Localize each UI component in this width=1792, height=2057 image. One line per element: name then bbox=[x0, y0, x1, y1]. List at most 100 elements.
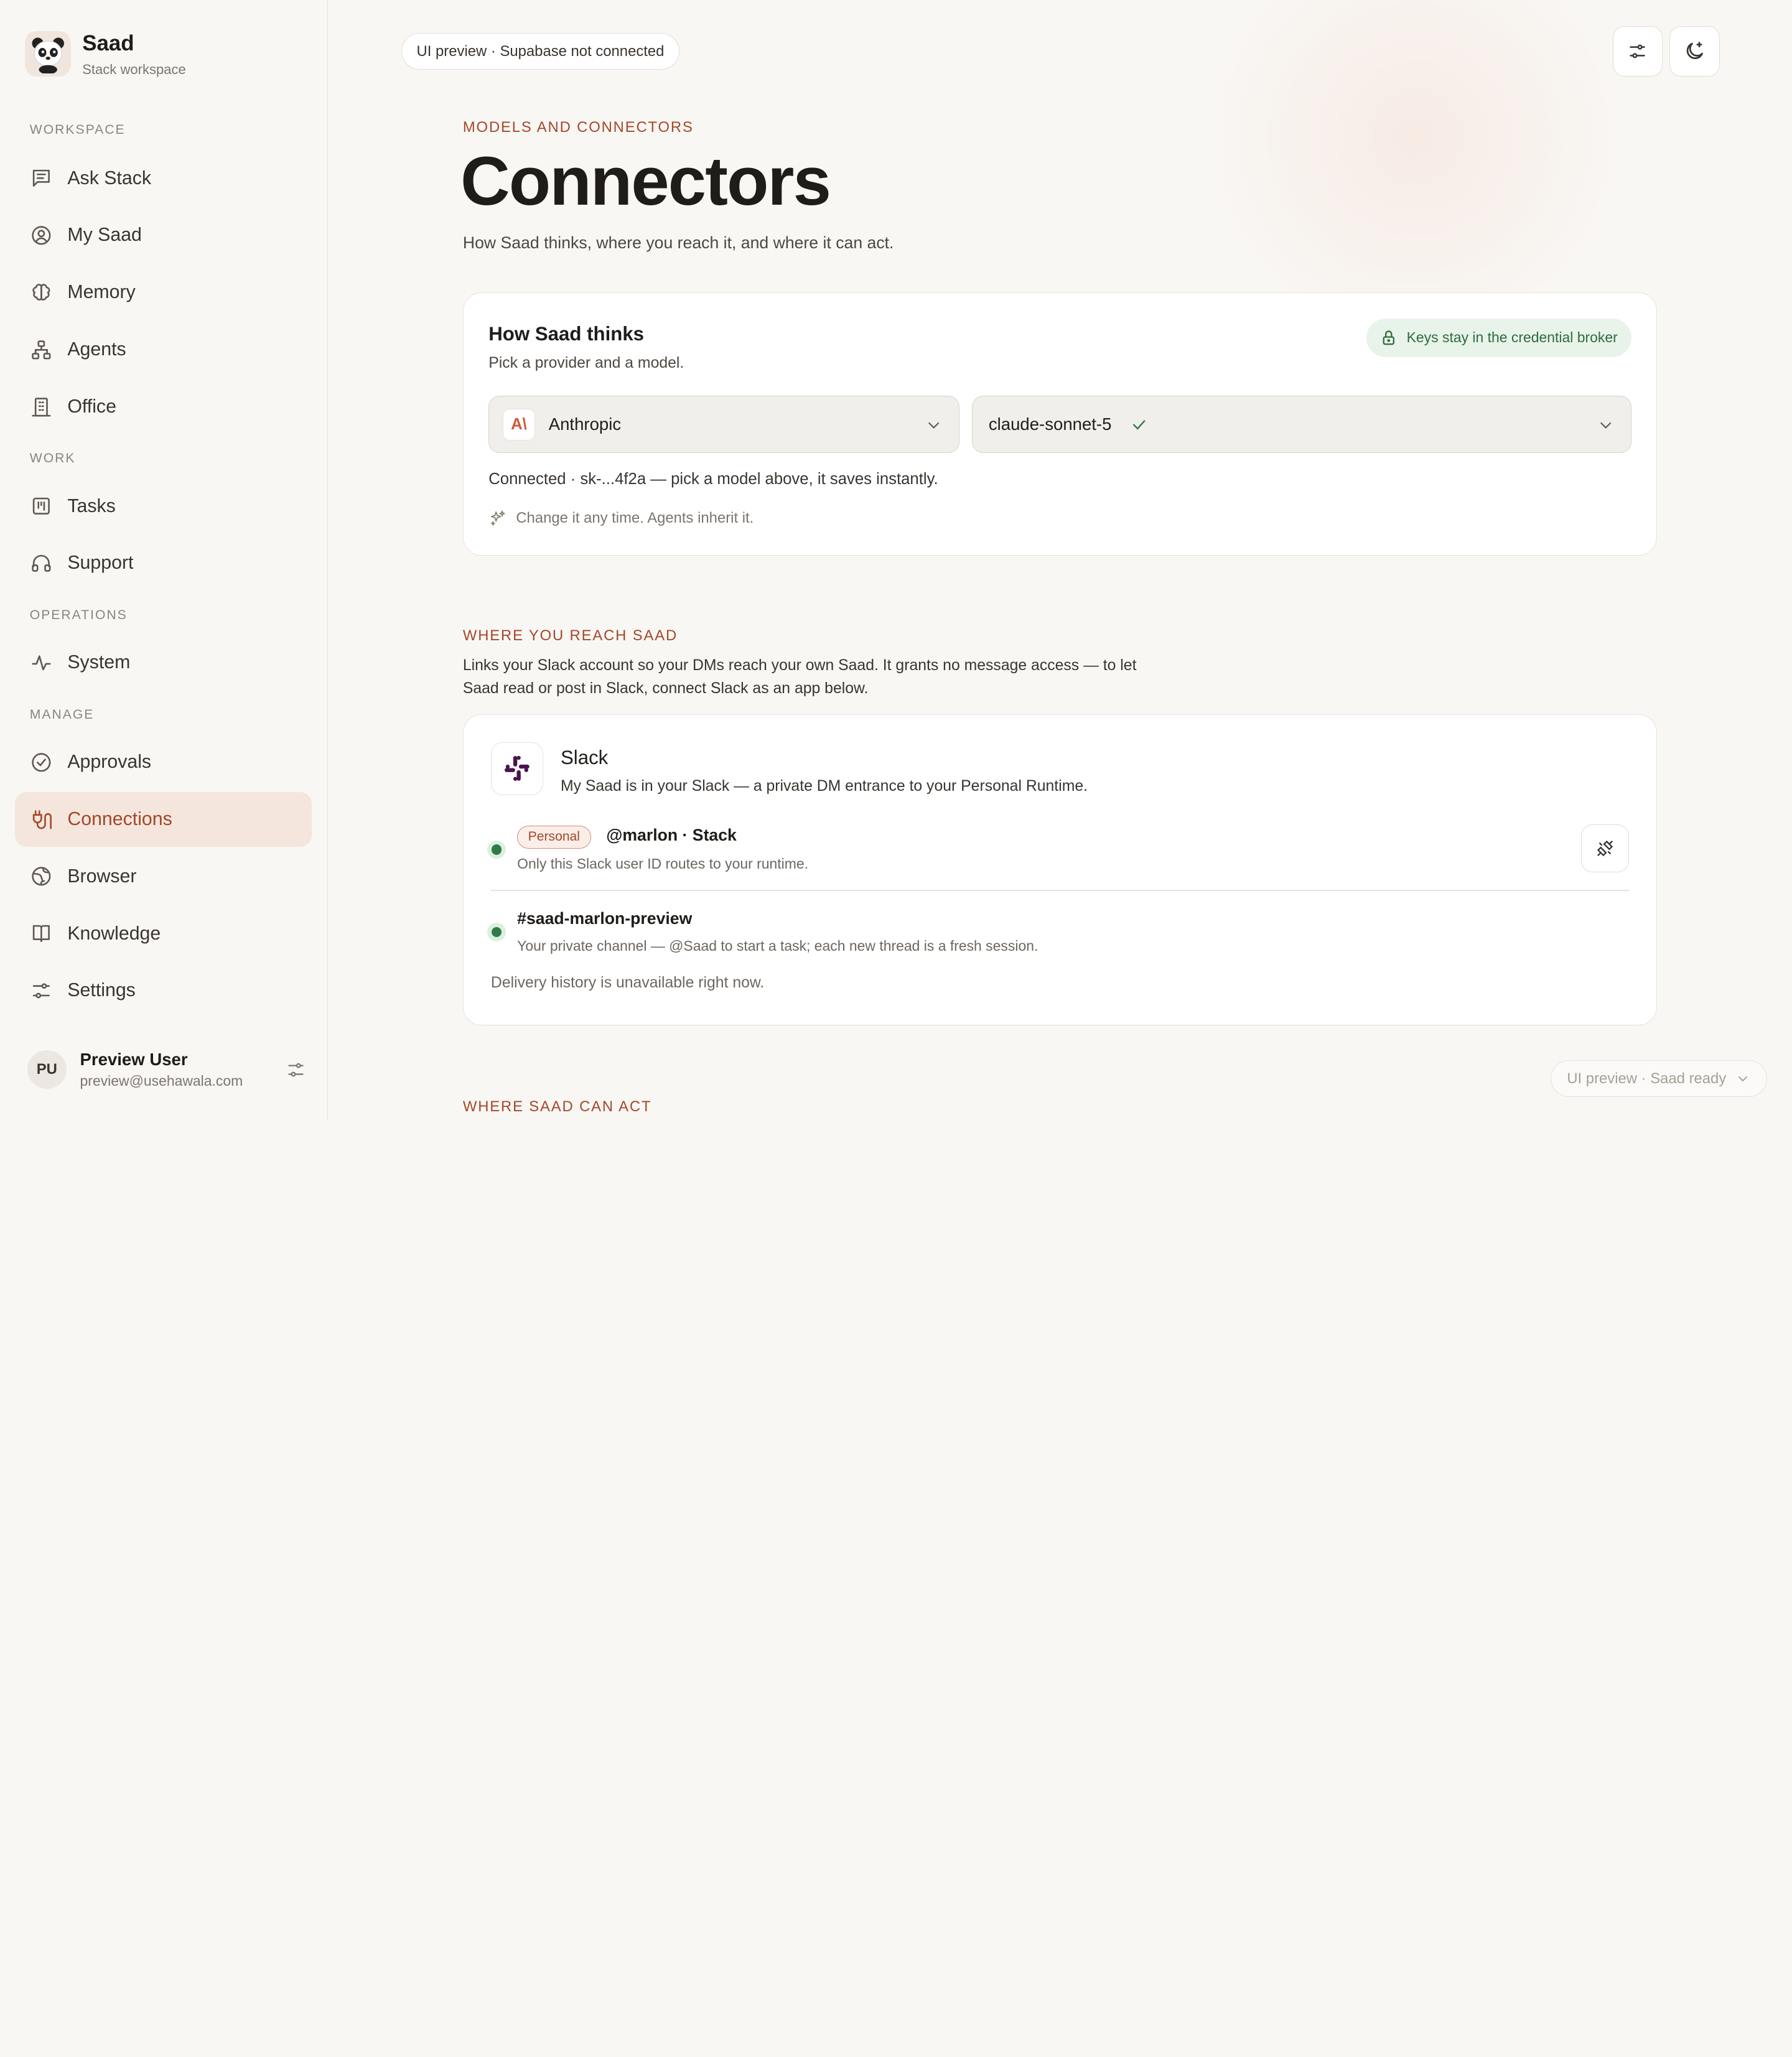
sidebar-item-connections[interactable]: Connections bbox=[14, 791, 312, 847]
sidebar-item-office[interactable]: Office bbox=[15, 380, 312, 434]
credential-broker-badge: Keys stay in the credential broker bbox=[1366, 318, 1631, 358]
slack-channel-subtitle: Your private channel — @Saad to start a … bbox=[517, 938, 1038, 954]
brand[interactable]: Saad Stack workspace bbox=[25, 30, 186, 78]
sidebar-item-tasks[interactable]: Tasks bbox=[15, 479, 312, 534]
sidebar-item-label: Knowledge bbox=[67, 923, 161, 944]
credential-broker-label: Keys stay in the credential broker bbox=[1406, 329, 1618, 346]
avatar: PU bbox=[27, 1050, 67, 1089]
theme-toggle-button[interactable] bbox=[1669, 26, 1720, 77]
sidebar-item-label: My Saad bbox=[67, 225, 142, 246]
background-glow bbox=[1175, 0, 1655, 320]
user-name: Preview User bbox=[80, 1049, 188, 1069]
model-card-subtitle: Pick a provider and a model. bbox=[488, 355, 684, 372]
plug-icon bbox=[30, 808, 53, 831]
preview-status-pill: UI preview · Supabase not connected bbox=[401, 33, 680, 70]
sidebar-item-label: Browser bbox=[67, 865, 137, 887]
sidebar-item-label: System bbox=[67, 652, 131, 673]
brand-name: Saad bbox=[82, 30, 134, 55]
anthropic-logo-icon: A\ bbox=[503, 408, 535, 441]
sidebar-item-label: Connections bbox=[67, 808, 172, 829]
activity-icon bbox=[30, 651, 53, 674]
sidebar-item-label: Memory bbox=[67, 282, 136, 303]
sidebar-item-my-saad[interactable]: My Saad bbox=[15, 208, 312, 263]
unplug-icon bbox=[1595, 838, 1615, 859]
status-dot-icon bbox=[487, 923, 506, 941]
sidebar-item-ask-stack[interactable]: Ask Stack bbox=[15, 151, 312, 205]
saad-status-pill[interactable]: UI preview · Saad ready bbox=[1550, 1060, 1767, 1098]
model-hint-text: Change it any time. Agents inherit it. bbox=[516, 510, 754, 526]
divider bbox=[490, 889, 1630, 891]
saad-status-label: UI preview · Saad ready bbox=[1567, 1070, 1727, 1087]
brain-icon bbox=[30, 281, 53, 304]
chevron-down-icon bbox=[925, 416, 943, 434]
model-card-title: How Saad thinks bbox=[488, 322, 645, 345]
check-icon bbox=[1130, 416, 1148, 434]
building-icon bbox=[30, 396, 53, 419]
model-hint: Change it any time. Agents inherit it. bbox=[488, 509, 754, 527]
sliders-icon bbox=[1627, 41, 1648, 62]
user-profile[interactable]: PU Preview User preview@usehawala.com bbox=[27, 1047, 307, 1092]
page-eyebrow: MODELS AND CONNECTORS bbox=[462, 119, 694, 136]
sidebar-item-approvals[interactable]: Approvals bbox=[15, 735, 312, 790]
section-label-work: WORK bbox=[29, 451, 76, 466]
act-section-eyebrow: WHERE SAAD CAN ACT bbox=[462, 1098, 652, 1116]
sidebar-item-label: Agents bbox=[67, 339, 126, 360]
reach-section-description: Links your Slack account so your DMs rea… bbox=[462, 657, 1137, 697]
sliders-icon bbox=[30, 979, 53, 1002]
page-subtitle: How Saad thinks, where you reach it, and… bbox=[462, 233, 894, 252]
check-circle-icon bbox=[30, 751, 53, 774]
slack-channel[interactable]: #saad-marlon-preview bbox=[517, 909, 692, 928]
app-window: Saad Stack workspace WORKSPACE Ask Stack… bbox=[0, 0, 1792, 1120]
sidebar-item-system[interactable]: System bbox=[15, 635, 312, 690]
model-value: claude-sonnet-5 bbox=[988, 414, 1112, 434]
slack-handle: @marlon · Stack bbox=[606, 826, 737, 845]
book-icon bbox=[30, 922, 53, 945]
lock-icon bbox=[1380, 329, 1398, 347]
chevron-down-icon bbox=[1735, 1071, 1750, 1086]
slack-logo-icon bbox=[490, 742, 544, 795]
sidebar-item-memory[interactable]: Memory bbox=[15, 265, 312, 320]
user-email: preview@usehawala.com bbox=[80, 1073, 243, 1089]
slack-subtitle: My Saad is in your Slack — a private DM … bbox=[560, 777, 1088, 795]
status-dot-icon bbox=[487, 840, 506, 859]
sidebar-item-browser[interactable]: Browser bbox=[15, 849, 312, 904]
model-select[interactable]: claude-sonnet-5 bbox=[972, 396, 1631, 454]
connection-status-text: Connected · sk-...4f2a — pick a model ab… bbox=[488, 470, 938, 488]
chevron-down-icon bbox=[1597, 416, 1615, 434]
section-label-operations: OPERATIONS bbox=[29, 608, 128, 623]
slack-card: Slack My Saad is in your Slack — a priva… bbox=[462, 714, 1658, 1025]
sidebar-item-settings[interactable]: Settings bbox=[15, 963, 312, 1018]
page-title: Connectors bbox=[460, 142, 831, 220]
sidebar-item-label: Support bbox=[67, 553, 134, 574]
sidebar-item-label: Tasks bbox=[67, 495, 116, 516]
user-settings-sliders-icon[interactable] bbox=[284, 1058, 307, 1081]
sidebar: Saad Stack workspace WORKSPACE Ask Stack… bbox=[0, 0, 329, 1120]
provider-select[interactable]: A\ Anthropic bbox=[488, 396, 959, 454]
model-card: How Saad thinks Pick a provider and a mo… bbox=[462, 292, 1658, 556]
delivery-history-text: Delivery history is unavailable right no… bbox=[490, 974, 765, 991]
network-icon bbox=[30, 338, 53, 361]
sidebar-item-label: Ask Stack bbox=[67, 167, 152, 189]
sidebar-item-knowledge[interactable]: Knowledge bbox=[15, 907, 312, 961]
disconnect-button[interactable] bbox=[1580, 824, 1630, 873]
sidebar-item-label: Office bbox=[67, 396, 116, 417]
main-content: UI preview · Supabase not connected MODE… bbox=[328, 0, 1792, 1120]
message-square-icon bbox=[30, 167, 53, 190]
sidebar-item-label: Approvals bbox=[67, 752, 152, 773]
slack-handle-subtitle: Only this Slack user ID routes to your r… bbox=[517, 855, 809, 872]
personal-badge: Personal bbox=[517, 826, 591, 849]
provider-value: Anthropic bbox=[548, 414, 622, 434]
sidebar-item-label: Settings bbox=[67, 980, 136, 1001]
headphones-icon bbox=[30, 552, 53, 575]
moon-icon bbox=[1683, 40, 1706, 63]
user-circle-icon bbox=[30, 224, 53, 247]
globe-icon bbox=[30, 865, 53, 888]
section-label-workspace: WORKSPACE bbox=[29, 122, 126, 137]
filters-button[interactable] bbox=[1612, 26, 1663, 77]
sidebar-item-agents[interactable]: Agents bbox=[15, 322, 312, 377]
panda-logo-icon bbox=[25, 30, 71, 77]
sidebar-item-support[interactable]: Support bbox=[15, 536, 312, 590]
brand-subtitle: Stack workspace bbox=[82, 62, 186, 78]
slack-title: Slack bbox=[560, 747, 609, 769]
reach-section-eyebrow: WHERE YOU REACH SAAD bbox=[462, 627, 678, 645]
